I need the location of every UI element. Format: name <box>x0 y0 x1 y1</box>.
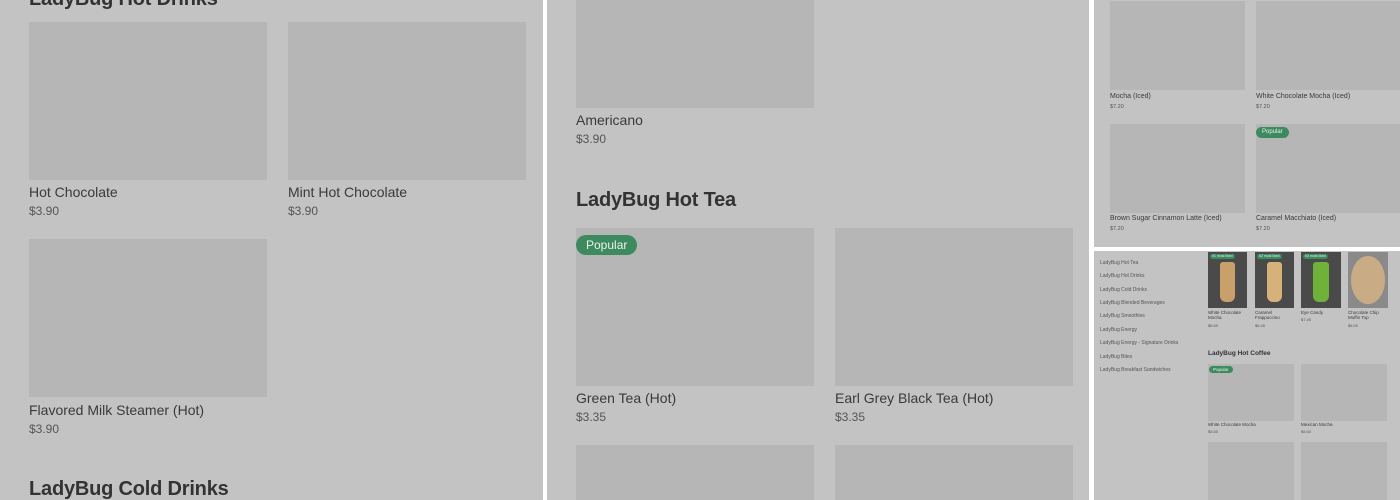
item-name[interactable]: Mexican Mocha <box>1301 422 1333 427</box>
item-image[interactable] <box>1110 1 1245 90</box>
item-price: $3.90 <box>29 422 60 436</box>
item-price: $7.20 <box>1256 104 1270 110</box>
item-price: $7.20 <box>1110 104 1124 110</box>
featured-item-price: $6.60 <box>1208 323 1219 328</box>
item-name[interactable]: Americano <box>576 112 643 128</box>
item-name[interactable]: Mint Hot Chocolate <box>288 184 407 200</box>
popular-badge: Popular <box>1209 366 1233 373</box>
menu-panel-hot-tea: Americano $3.90 LadyBug Hot Tea Popular … <box>547 0 1089 500</box>
item-name[interactable]: Flavored Milk Steamer (Hot) <box>29 402 204 418</box>
drink-cup <box>1313 262 1329 303</box>
featured-item-price: $7.45 <box>1301 317 1312 322</box>
item-name[interactable]: Brown Sugar Cinnamon Latte (Iced) <box>1110 215 1222 222</box>
nav-item-hot-tea[interactable]: LadyBug Hot Tea <box>1100 260 1138 266</box>
item-name[interactable]: Green Tea (Hot) <box>576 390 676 406</box>
item-price: $5.60 <box>1208 429 1219 434</box>
nav-item-hot-drinks[interactable]: LadyBug Hot Drinks <box>1100 273 1144 279</box>
item-price: $5.60 <box>1301 429 1312 434</box>
item-price: $7.20 <box>1256 226 1270 232</box>
item-name[interactable]: Caramel Macchiato (Iced) <box>1256 215 1336 222</box>
featured-item-image[interactable]: #1 most liked <box>1208 252 1247 308</box>
item-name[interactable]: White Chocolate Mocha <box>1208 422 1256 427</box>
nav-item-energy[interactable]: LadyBug Energy <box>1100 327 1137 333</box>
item-price: $3.90 <box>29 204 60 218</box>
menu-panel-iced-coffee: Mocha (Iced) $7.20 White Chocolate Mocha… <box>1094 0 1400 247</box>
most-liked-badge: #3 most liked <box>1303 254 1328 259</box>
item-image[interactable] <box>835 445 1073 500</box>
item-image[interactable] <box>288 22 526 180</box>
featured-item-image[interactable]: #3 most liked <box>1301 252 1341 308</box>
featured-item-name[interactable]: Chocolate Chip Muffin Top <box>1348 310 1392 320</box>
section-heading-cold-drinks: LadyBug Cold Drinks <box>29 478 229 500</box>
featured-item-name[interactable]: Caramel Frappuccino <box>1255 310 1295 320</box>
item-price: $3.90 <box>576 132 607 146</box>
popular-badge: Popular <box>576 235 638 255</box>
featured-item-price: $5.00 <box>1348 323 1359 328</box>
nav-item-cold-drinks[interactable]: LadyBug Cold Drinks <box>1100 287 1147 293</box>
menu-panel-hot-drinks: LadyBug Hot Drinks Hot Chocolate $3.90 M… <box>0 0 543 500</box>
featured-item-name[interactable]: White Chocolate Mocha <box>1208 310 1248 320</box>
nav-item-bites[interactable]: LadyBug Bites <box>1100 354 1132 360</box>
nav-item-breakfast-sandwiches[interactable]: LadyBug Breakfast Sandwiches <box>1100 367 1171 373</box>
item-image[interactable] <box>1301 364 1387 421</box>
featured-item-name[interactable]: Eye Candy <box>1301 310 1323 315</box>
item-image[interactable] <box>576 0 814 108</box>
item-name[interactable]: White Chocolate Mocha (Iced) <box>1256 93 1350 100</box>
most-liked-badge: #1 most liked <box>1210 254 1235 259</box>
item-price: $7.20 <box>1110 226 1124 232</box>
most-liked-badge: #2 most liked <box>1257 254 1282 259</box>
item-price: $3.90 <box>288 204 319 218</box>
drink-cup <box>1266 262 1283 303</box>
featured-item-image[interactable] <box>1348 252 1388 308</box>
section-heading-hot-coffee: LadyBug Hot Coffee <box>1208 350 1271 357</box>
featured-item-image[interactable]: #2 most liked <box>1255 252 1294 308</box>
item-image[interactable] <box>576 445 814 500</box>
section-heading-hot-drinks: LadyBug Hot Drinks <box>29 0 218 11</box>
item-price: $3.35 <box>576 410 607 424</box>
nav-item-energy-signature[interactable]: LadyBug Energy - Signature Drinks <box>1100 340 1178 346</box>
item-image[interactable] <box>29 22 267 180</box>
nav-item-smoothies[interactable]: LadyBug Smoothies <box>1100 313 1145 319</box>
item-image[interactable] <box>1301 442 1387 500</box>
popular-badge: Popular <box>1256 127 1289 138</box>
item-image[interactable] <box>1208 442 1294 500</box>
item-image[interactable] <box>1256 1 1400 90</box>
item-image[interactable] <box>1110 124 1245 213</box>
nav-item-blended-beverages[interactable]: LadyBug Blended Beverages <box>1100 300 1165 306</box>
featured-item-price: $6.45 <box>1255 323 1266 328</box>
item-name[interactable]: Hot Chocolate <box>29 184 118 200</box>
drink-cup <box>1219 262 1236 303</box>
cookie-image <box>1351 256 1385 304</box>
item-price: $3.35 <box>835 410 866 424</box>
section-heading-hot-tea: LadyBug Hot Tea <box>576 189 736 211</box>
item-name[interactable]: Mocha (Iced) <box>1110 93 1151 100</box>
item-image[interactable] <box>29 239 267 397</box>
item-image[interactable] <box>835 228 1073 386</box>
menu-panel-with-category-nav: LadyBug Hot Tea LadyBug Hot Drinks LadyB… <box>1094 251 1400 500</box>
item-name[interactable]: Earl Grey Black Tea (Hot) <box>835 390 993 406</box>
